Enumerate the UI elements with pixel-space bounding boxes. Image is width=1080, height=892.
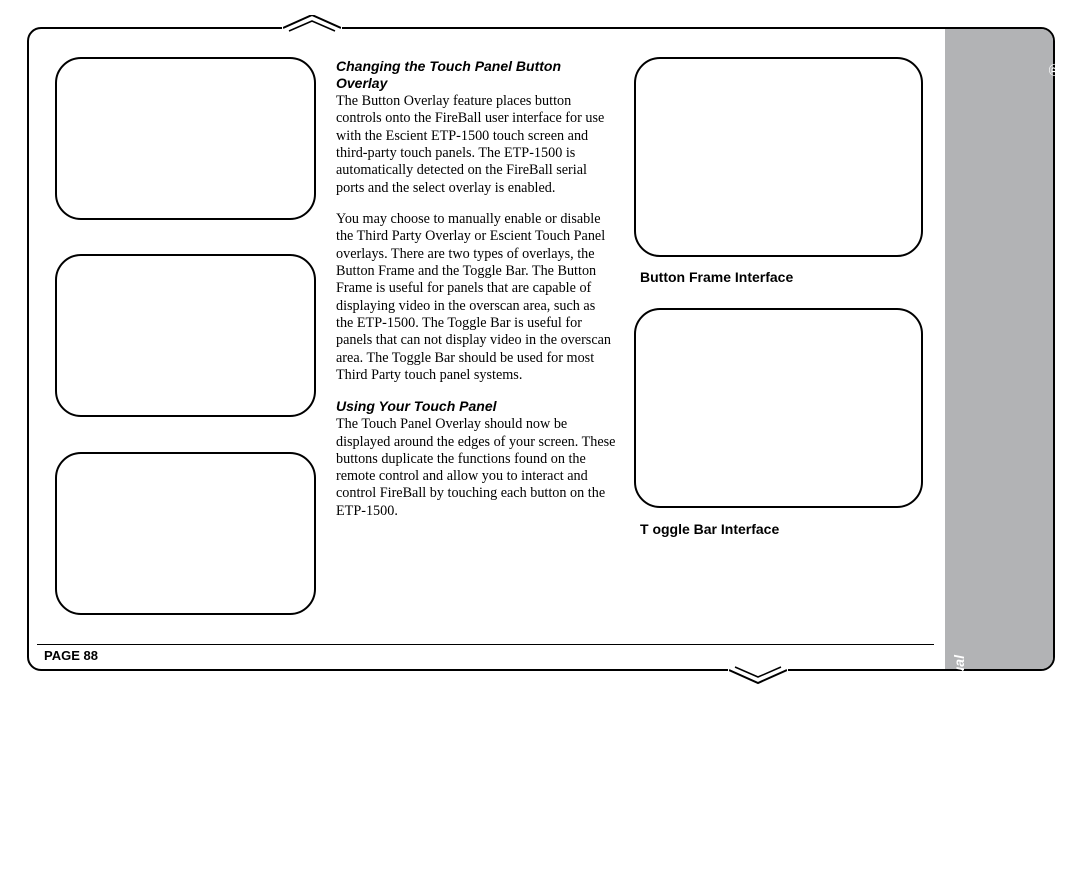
para-overlay-intro: The Button Overlay feature places button… — [336, 93, 616, 197]
heading-using-touch-panel: Using Your Touch Panel — [336, 398, 616, 415]
right-box-bottom — [634, 308, 923, 508]
page-number: PAGE 88 — [44, 648, 98, 663]
para-overlay-types: You may choose to manually enable or dis… — [336, 211, 616, 384]
brand-text: ESCIENT — [1039, 81, 1080, 435]
registered-mark: ® — [1045, 57, 1066, 77]
left-box-1 — [55, 57, 316, 220]
label-button-frame: Button Frame Interface — [640, 269, 920, 286]
product-line-text: FireBall™ DVDM-100 User's Manual — [951, 655, 967, 892]
para-using-touch-panel: The Touch Panel Overlay should now be di… — [336, 416, 616, 520]
center-text-column: Changing the Touch Panel Button Overlay … — [336, 58, 616, 520]
brand-sidebar: ESCIENT ® FireBall™ DVDM-100 User's Manu… — [945, 29, 1053, 669]
bottom-rule — [37, 644, 934, 645]
left-box-3 — [55, 452, 316, 615]
right-box-top — [634, 57, 923, 257]
label-toggle-bar: T oggle Bar Interface — [640, 521, 920, 538]
heading-changing-overlay: Changing the Touch Panel Button Overlay — [336, 58, 616, 92]
brand-logo: ESCIENT ® — [1039, 57, 1080, 435]
left-box-2 — [55, 254, 316, 417]
bottom-notch-icon — [729, 663, 787, 690]
